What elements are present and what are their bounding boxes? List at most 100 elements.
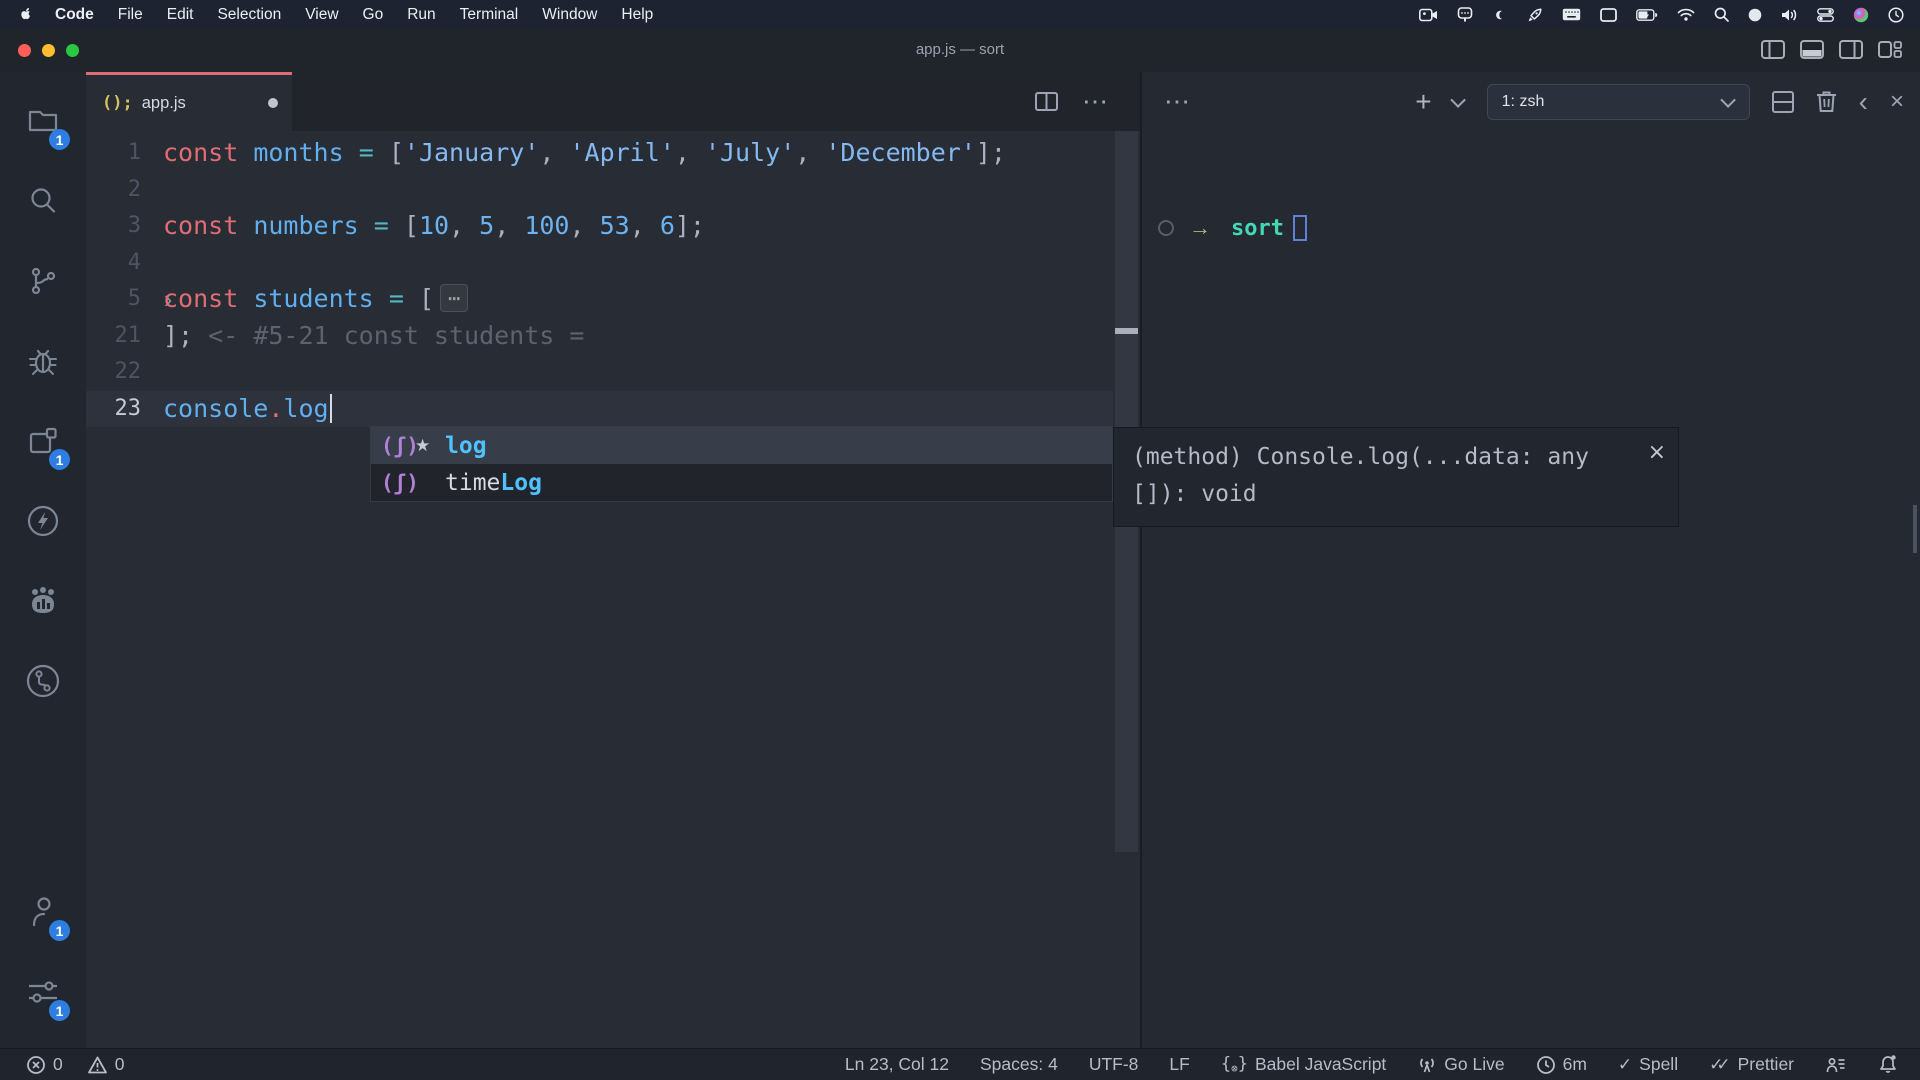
badge: 1 (49, 129, 70, 150)
screen-record-icon[interactable] (1457, 7, 1473, 23)
cleanshot-icon[interactable] (1492, 7, 1508, 23)
warning-count: 0 (115, 1054, 125, 1075)
lightning-icon (25, 503, 61, 539)
panel-collapse-icon[interactable]: ‹ (1859, 92, 1868, 112)
time-icon[interactable] (1888, 7, 1904, 23)
search-icon[interactable] (1714, 7, 1729, 22)
apple-menu-icon[interactable] (18, 6, 35, 23)
javascript-file-icon: (); (102, 93, 133, 113)
line-number-2: 2 (128, 172, 141, 209)
battery-charging-icon[interactable] (1636, 9, 1658, 21)
code-line-21[interactable]: ]; <- #5-21 const students = (163, 318, 584, 355)
kill-terminal-trash-icon[interactable] (1816, 90, 1837, 113)
terminal-cursor (1293, 215, 1307, 241)
badge: 1 (49, 1000, 70, 1021)
chevron-down-icon (1720, 92, 1736, 108)
keyboard-icon[interactable] (1562, 8, 1581, 21)
status-line-col[interactable]: Ln 23, Col 12 (845, 1054, 949, 1075)
terminal-instance-select[interactable]: 1: zsh (1487, 84, 1750, 120)
title-bar: app.js — sort (0, 29, 1920, 72)
split-terminal-icon[interactable] (1772, 91, 1794, 113)
close-icon[interactable]: × (1648, 434, 1666, 471)
tooltip-signature-line1: (method) Console.log(...data: any (1132, 439, 1660, 476)
display-dot-icon[interactable] (1748, 8, 1762, 22)
suggest-item-timelog[interactable]: (ʃ) timeLog (371, 464, 1112, 501)
toggle-primary-sidebar-icon[interactable] (1761, 40, 1785, 59)
language-label: Babel JavaScript (1255, 1054, 1386, 1075)
command-decoration-icon[interactable] (1158, 220, 1174, 236)
code-line-1[interactable]: const months = ['January', 'April', 'Jul… (163, 135, 1006, 172)
check-icon: ✓ (1618, 1055, 1632, 1075)
toggle-panel-icon[interactable] (1800, 40, 1824, 59)
activity-explorer[interactable]: 1 (0, 86, 86, 156)
control-center-icon[interactable] (1817, 8, 1834, 22)
menu-run[interactable]: Run (395, 6, 447, 24)
menu-edit[interactable]: Edit (155, 6, 206, 24)
activity-settings[interactable]: 1 (0, 957, 86, 1027)
camera-icon[interactable] (1419, 8, 1438, 22)
notifications-bell-icon[interactable] (1878, 1054, 1898, 1075)
customize-layout-icon[interactable] (1878, 40, 1902, 59)
star-icon: ★ (415, 436, 445, 456)
editor-scrollbar[interactable] (1113, 131, 1140, 1048)
status-encoding[interactable]: UTF-8 (1089, 1054, 1139, 1075)
problems-warnings[interactable]: 0 (87, 1054, 125, 1075)
volume-icon[interactable] (1781, 8, 1798, 22)
terminal-scrollbar[interactable] (1913, 505, 1917, 553)
code-line-3[interactable]: const numbers = [10, 5, 100, 53, 6]; (163, 208, 705, 245)
status-code-time[interactable]: 6m (1536, 1054, 1587, 1075)
menu-selection[interactable]: Selection (205, 6, 293, 24)
status-bar: 0 0 Ln 23, Col 12 Spaces: 4 UTF-8 LF {⊗}… (0, 1048, 1920, 1080)
tab-appjs[interactable]: (); app.js (86, 72, 292, 131)
activity-accounts[interactable]: 1 (0, 877, 86, 947)
code-line-23[interactable]: console.log (163, 391, 332, 428)
status-go-live[interactable]: Go Live (1417, 1054, 1504, 1075)
menu-terminal[interactable]: Terminal (448, 6, 531, 24)
panel-more-actions-icon[interactable]: ⋯ (1164, 86, 1192, 117)
branch-icon (26, 264, 60, 298)
status-eol[interactable]: LF (1169, 1054, 1189, 1075)
suggest-item-log[interactable]: (ʃ) ★log (371, 427, 1112, 464)
menu-file[interactable]: File (106, 6, 155, 24)
menu-view[interactable]: View (293, 6, 350, 24)
desktop-icon[interactable] (1600, 8, 1617, 22)
tooltip-signature-line2: []): void (1132, 476, 1660, 513)
folded-code-badge[interactable]: ⋯ (440, 284, 468, 312)
menu-window[interactable]: Window (530, 6, 609, 24)
line-number-21: 21 (115, 318, 142, 355)
menu-go[interactable]: Go (351, 6, 396, 24)
status-indentation[interactable]: Spaces: 4 (980, 1054, 1058, 1075)
activity-source-control[interactable] (0, 246, 86, 316)
siri-icon[interactable] (1853, 7, 1869, 23)
status-prettier[interactable]: ✓✓ Prettier (1709, 1054, 1794, 1075)
toggle-secondary-sidebar-icon[interactable] (1839, 40, 1863, 59)
tab-bar: (); app.js ⋯ (86, 72, 1140, 131)
new-terminal-icon[interactable]: + (1415, 86, 1431, 118)
activity-thunder-client[interactable] (0, 486, 86, 556)
activity-debug[interactable] (0, 326, 86, 396)
activity-code-time[interactable] (0, 566, 86, 636)
people-accounts-icon[interactable] (1825, 1055, 1847, 1075)
activity-extensions[interactable]: 1 (0, 406, 86, 476)
menu-code[interactable]: Code (43, 6, 106, 24)
editor-more-actions-icon[interactable]: ⋯ (1082, 86, 1110, 117)
terminal-header: ⋯ + 1: zsh ‹ × (1142, 72, 1920, 131)
code-editor[interactable]: 12345›212223 const months = ['January', … (86, 131, 1113, 1048)
activity-search[interactable] (0, 166, 86, 236)
problems-errors[interactable]: 0 (26, 1054, 63, 1075)
menu-help[interactable]: Help (609, 6, 665, 24)
rocket-icon[interactable] (1527, 7, 1543, 23)
status-language-mode[interactable]: {⊗} Babel JavaScript (1221, 1054, 1386, 1075)
wifi-icon[interactable] (1677, 8, 1695, 21)
terminal-prompt-line[interactable]: → sort (1158, 212, 1307, 244)
new-terminal-dropdown-icon[interactable] (1450, 92, 1466, 108)
modified-dot-icon[interactable] (268, 98, 278, 108)
code-line-5[interactable]: const students = [⋯ (163, 281, 468, 318)
line-number-4: 4 (128, 245, 141, 282)
split-editor-icon[interactable] (1035, 92, 1058, 111)
status-spell[interactable]: ✓ Spell (1618, 1054, 1678, 1075)
gitlens-icon (24, 662, 62, 700)
close-panel-icon[interactable]: × (1890, 88, 1904, 116)
activity-gitlens[interactable] (0, 646, 86, 716)
warning-icon (87, 1055, 108, 1075)
